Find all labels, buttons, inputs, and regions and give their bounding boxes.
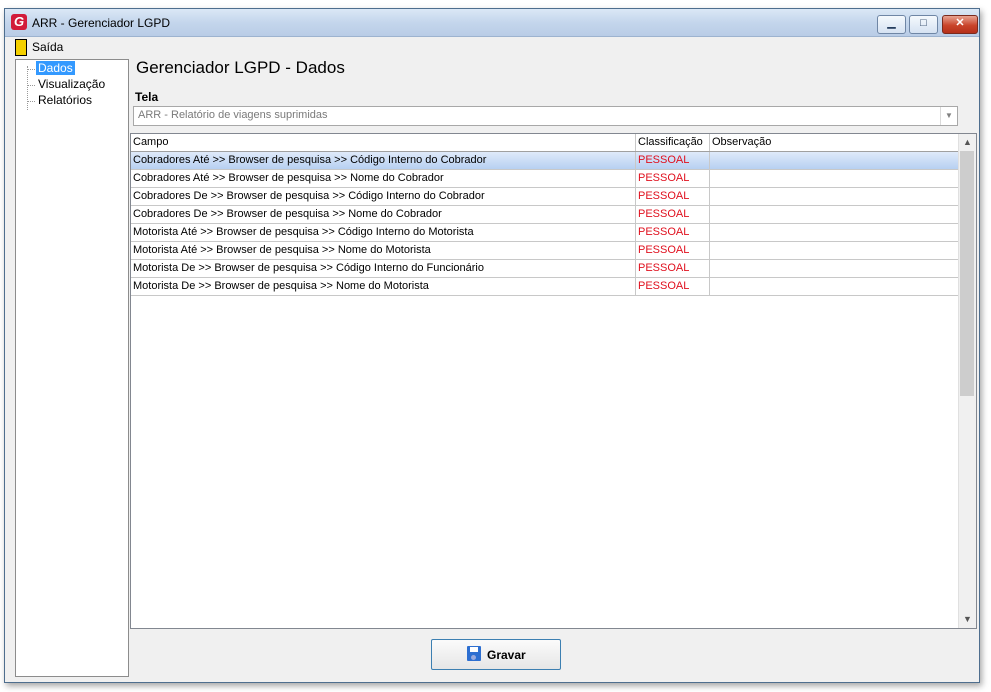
app-window: G ARR - Gerenciador LGPD ▁ □ ✕ Saída Dad… <box>4 8 980 683</box>
cell-observacao[interactable] <box>710 188 959 205</box>
menu-bar: Saída <box>5 37 979 57</box>
sidebar-tree: Dados Visualização Relatórios <box>15 59 129 677</box>
column-header-classificacao[interactable]: Classificação <box>636 134 710 151</box>
tree-connector <box>27 69 35 70</box>
chevron-down-icon[interactable]: ▼ <box>940 107 957 125</box>
save-button[interactable]: Gravar <box>431 639 561 670</box>
cell-classificacao[interactable]: PESSOAL <box>636 188 710 205</box>
save-button-label: Gravar <box>487 648 526 662</box>
cell-campo: Cobradores Até >> Browser de pesquisa >>… <box>131 152 636 169</box>
cell-classificacao[interactable]: PESSOAL <box>636 152 710 169</box>
tela-label: Tela <box>135 90 159 104</box>
tela-select-value: ARR - Relatório de viagens suprimidas <box>138 109 328 121</box>
scroll-up-icon[interactable]: ▲ <box>959 134 976 151</box>
grid-header: Campo Classificação Observação <box>131 134 959 152</box>
table-row[interactable]: Cobradores De >> Browser de pesquisa >> … <box>131 206 959 224</box>
cell-classificacao[interactable]: PESSOAL <box>636 260 710 277</box>
menu-item-exit[interactable]: Saída <box>32 40 63 54</box>
cell-observacao[interactable] <box>710 206 959 223</box>
vertical-scrollbar[interactable]: ▲ ▼ <box>958 134 976 628</box>
tree-connector <box>27 101 35 102</box>
table-row[interactable]: Cobradores De >> Browser de pesquisa >> … <box>131 188 959 206</box>
cell-campo: Cobradores De >> Browser de pesquisa >> … <box>131 188 636 205</box>
data-grid: Campo Classificação Observação Cobradore… <box>130 133 977 629</box>
cell-classificacao[interactable]: PESSOAL <box>636 170 710 187</box>
table-row[interactable]: Cobradores Até >> Browser de pesquisa >>… <box>131 152 959 170</box>
sidebar-item-dados[interactable]: Dados <box>36 61 75 75</box>
maximize-button[interactable]: □ <box>909 15 938 34</box>
cell-classificacao[interactable]: PESSOAL <box>636 242 710 259</box>
sidebar-item-relatorios[interactable]: Relatórios <box>36 93 94 107</box>
table-row[interactable]: Motorista De >> Browser de pesquisa >> N… <box>131 278 959 296</box>
cell-observacao[interactable] <box>710 242 959 259</box>
cell-campo: Motorista Até >> Browser de pesquisa >> … <box>131 242 636 259</box>
cell-campo: Motorista De >> Browser de pesquisa >> N… <box>131 278 636 295</box>
cell-campo: Motorista De >> Browser de pesquisa >> C… <box>131 260 636 277</box>
tree-connector <box>27 85 35 86</box>
table-row[interactable]: Cobradores Até >> Browser de pesquisa >>… <box>131 170 959 188</box>
cell-observacao[interactable] <box>710 260 959 277</box>
scrollbar-thumb[interactable] <box>960 151 974 396</box>
scroll-down-icon[interactable]: ▼ <box>959 611 976 628</box>
cell-observacao[interactable] <box>710 170 959 187</box>
tela-select[interactable]: ARR - Relatório de viagens suprimidas ▼ <box>133 106 958 126</box>
cell-classificacao[interactable]: PESSOAL <box>636 206 710 223</box>
cell-campo: Cobradores Até >> Browser de pesquisa >>… <box>131 170 636 187</box>
window-title: ARR - Gerenciador LGPD <box>32 16 171 30</box>
cell-classificacao[interactable]: PESSOAL <box>636 224 710 241</box>
cell-observacao[interactable] <box>710 224 959 241</box>
table-row[interactable]: Motorista Até >> Browser de pesquisa >> … <box>131 242 959 260</box>
sidebar-item-visualizacao[interactable]: Visualização <box>36 77 107 91</box>
close-button[interactable]: ✕ <box>942 15 978 34</box>
table-row[interactable]: Motorista De >> Browser de pesquisa >> C… <box>131 260 959 278</box>
minimize-button[interactable]: ▁ <box>877 15 906 34</box>
tree-connector <box>27 66 28 110</box>
column-header-campo[interactable]: Campo <box>131 134 636 151</box>
cell-campo: Motorista Até >> Browser de pesquisa >> … <box>131 224 636 241</box>
app-logo-icon: G <box>11 14 27 30</box>
page-title: Gerenciador LGPD - Dados <box>136 58 345 77</box>
floppy-disk-icon <box>467 646 481 661</box>
cell-classificacao[interactable]: PESSOAL <box>636 278 710 295</box>
exit-door-icon[interactable] <box>15 39 27 56</box>
table-row[interactable]: Motorista Até >> Browser de pesquisa >> … <box>131 224 959 242</box>
cell-campo: Cobradores De >> Browser de pesquisa >> … <box>131 206 636 223</box>
column-header-observacao[interactable]: Observação <box>710 134 959 151</box>
cell-observacao[interactable] <box>710 278 959 295</box>
title-bar[interactable]: G ARR - Gerenciador LGPD ▁ □ ✕ <box>5 9 979 37</box>
cell-observacao[interactable] <box>710 152 959 169</box>
